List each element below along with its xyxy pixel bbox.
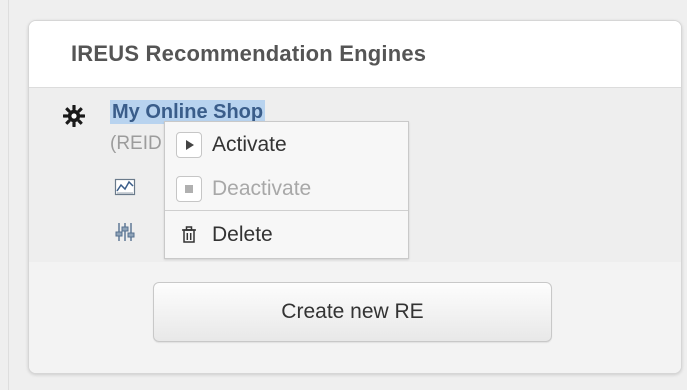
panel-footer: Create new RE — [29, 262, 681, 373]
trash-icon — [176, 222, 202, 248]
menu-item-label: Delete — [212, 223, 273, 246]
panel-title: IREUS Recommendation Engines — [71, 41, 427, 66]
menu-item-label: Deactivate — [212, 177, 312, 200]
settings-sliders-icon[interactable] — [114, 221, 136, 243]
menu-item-deactivate: Deactivate — [165, 167, 408, 211]
menu-item-activate[interactable]: Activate — [165, 123, 408, 167]
panel-header: IREUS Recommendation Engines — [29, 21, 681, 88]
menu-divider — [165, 210, 408, 211]
screen: IREUS Recommendation Engines Create new … — [0, 0, 687, 390]
gear-icon[interactable] — [62, 104, 86, 128]
engine-context-menu: Activate Deactivate Delete — [164, 121, 409, 259]
engine-id-text: (REID — [110, 133, 162, 154]
menu-item-label: Activate — [212, 133, 287, 156]
window-edge — [8, 0, 9, 390]
create-new-re-button[interactable]: Create new RE — [153, 282, 552, 342]
chart-icon[interactable] — [114, 176, 136, 198]
stop-icon — [176, 176, 202, 202]
menu-item-delete[interactable]: Delete — [165, 213, 408, 257]
play-icon — [176, 132, 202, 158]
